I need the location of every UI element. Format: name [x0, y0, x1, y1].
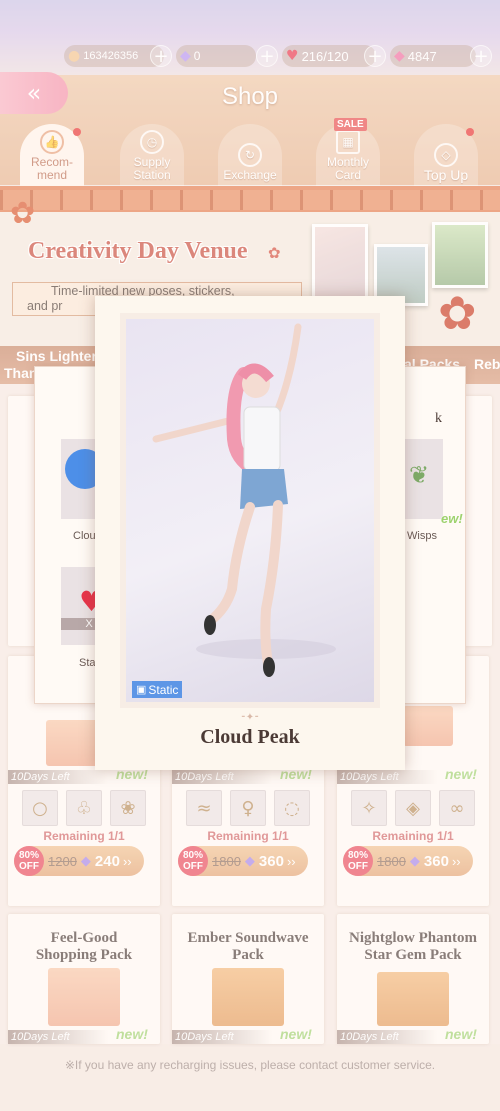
- static-badge: ▣ Static: [132, 681, 183, 698]
- wisp-icon: ❦: [409, 462, 430, 489]
- card-title: k: [435, 411, 442, 426]
- item-label: Clou: [73, 530, 96, 542]
- dancer-figure: [152, 323, 336, 677]
- static-badge-label: Static: [148, 682, 179, 697]
- item-label: Wisps: [407, 530, 437, 542]
- new-badge: ew!: [441, 511, 463, 526]
- item-label: Sta: [79, 657, 96, 669]
- camera-icon: ▣: [136, 684, 147, 696]
- popup-item-name: Cloud Peak: [200, 726, 300, 748]
- ornament-divider: ⁃✦⁃: [240, 712, 260, 723]
- outfit-preview-image: [120, 313, 380, 708]
